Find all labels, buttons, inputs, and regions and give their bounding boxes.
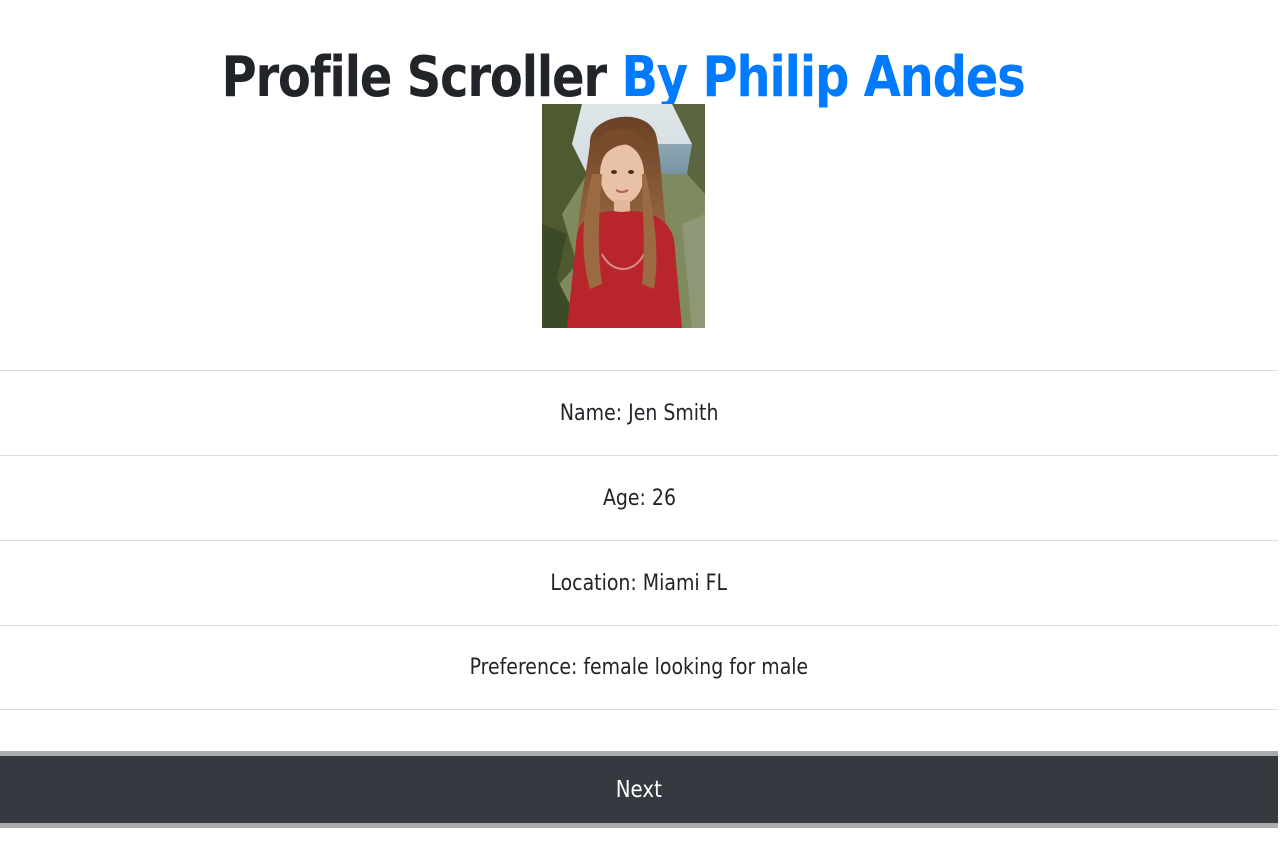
profile-details-list: Name: Jen Smith Age: 26 Location: Miami … xyxy=(0,370,1278,710)
title-main: Profile Scroller xyxy=(221,44,607,110)
next-button[interactable]: Next xyxy=(0,751,1278,828)
profile-age: Age: 26 xyxy=(0,455,1278,540)
profile-location: Location: Miami FL xyxy=(0,540,1278,625)
profile-preference-text: Preference: female looking for male xyxy=(469,655,809,680)
profile-scroller-page: Profile Scroller By Philip Andes Name: J… xyxy=(0,0,1280,850)
next-button-label: Next xyxy=(615,776,663,803)
profile-preference: Preference: female looking for male xyxy=(0,625,1278,710)
title-author: By Philip Andes xyxy=(621,44,1026,110)
profile-name-text: Name: Jen Smith xyxy=(559,400,719,426)
profile-photo xyxy=(542,104,705,328)
profile-location-text: Location: Miami FL xyxy=(550,570,728,596)
profile-name: Name: Jen Smith xyxy=(0,370,1278,455)
profile-photo-image xyxy=(542,104,705,328)
profile-age-text: Age: 26 xyxy=(602,485,676,511)
